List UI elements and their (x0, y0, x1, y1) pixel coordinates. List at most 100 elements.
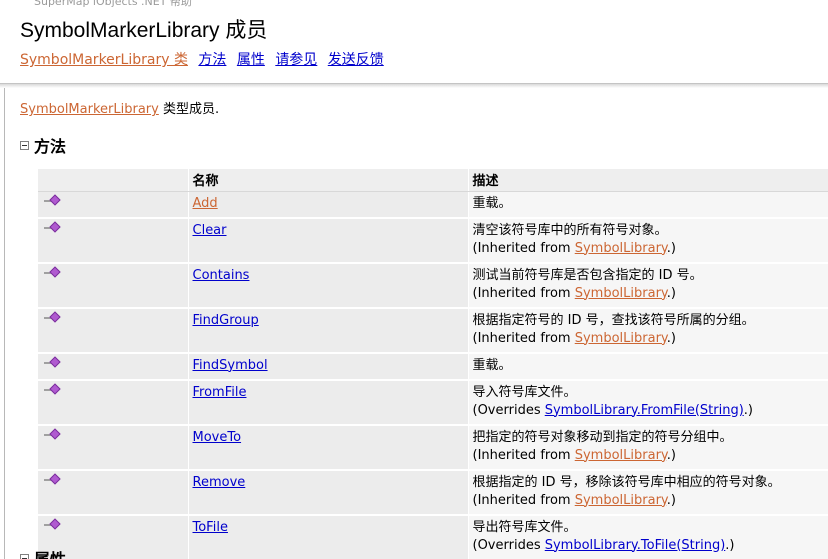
description-cell: 根据指定符号的 ID 号，查找该符号所属的分组。 (Inherited from … (467, 307, 828, 354)
inheritance-note: (Overrides SymbolLibrary.ToFile(String).… (473, 537, 825, 555)
methods-section-title: 方法 (34, 137, 67, 156)
inheritance-note: (Overrides SymbolLibrary.FromFile(String… (473, 402, 825, 420)
description-cell: 导入符号库文件。 (Overrides SymbolLibrary.FromFil… (467, 379, 828, 426)
intro-line: SymbolMarkerLibrary 类型成员. (20, 98, 219, 117)
description-cell: 导出符号库文件。 (Overrides SymbolLibrary.ToFile(… (467, 514, 828, 559)
icon-column-header (38, 169, 188, 192)
table-row: FindGroup 根据指定符号的 ID 号，查找该符号所属的分组。 (Inheri… (38, 307, 828, 354)
method-link[interactable]: MoveTo (193, 430, 242, 445)
public-method-icon (44, 265, 61, 279)
base-member-link[interactable]: SymbolLibrary (575, 493, 667, 508)
table-row: Clear 清空该符号库中的所有符号对象。 (Inherited from Symb… (38, 217, 828, 264)
description-cell: 清空该符号库中的所有符号对象。 (Inherited from SymbolLib… (467, 217, 828, 264)
nav-see-also-link[interactable]: 请参见 (275, 52, 317, 68)
description-text: 根据指定符号的 ID 号，查找该符号所属的分组。 (472, 312, 755, 328)
description-cell: 测试当前符号库是否包含指定的 ID 号。 (Inherited from Symb… (467, 262, 828, 309)
method-link[interactable]: Contains (193, 268, 250, 283)
table-row: FindSymbol 重载。 (38, 352, 828, 381)
note-prefix: (Inherited from (472, 285, 575, 301)
base-member-link[interactable]: SymbolLibrary.ToFile(String) (545, 538, 726, 553)
icon-cell (38, 191, 188, 219)
public-method-icon (44, 382, 61, 396)
icon-cell (38, 307, 188, 354)
nav-class-link[interactable]: SymbolMarkerLibrary 类 (20, 52, 188, 68)
description-column-header: 描述 (467, 169, 828, 192)
note-prefix: (Inherited from (472, 240, 575, 256)
page-header: SuperMap iObjects .NET 帮助 SymbolMarkerLi… (0, 0, 828, 84)
note-suffix: .) (666, 240, 676, 256)
description-text: 重载。 (472, 357, 512, 373)
base-member-link[interactable]: SymbolLibrary (575, 448, 667, 463)
name-cell: FromFile (187, 379, 468, 426)
inheritance-note: (Inherited from SymbolLibrary.) (473, 285, 825, 303)
intro-class-link[interactable]: SymbolMarkerLibrary (20, 102, 159, 117)
description-cell: 重载。 (467, 191, 828, 219)
note-suffix: .) (743, 402, 754, 418)
table-row: ToFile 导出符号库文件。 (Overrides SymbolLibrary.T… (38, 514, 828, 559)
nav-methods-link[interactable]: 方法 (198, 52, 226, 68)
note-suffix: .) (725, 537, 735, 553)
note-prefix: (Inherited from (472, 492, 575, 508)
table-row: FromFile 导入符号库文件。 (Overrides SymbolLibrary… (38, 379, 828, 426)
description-text: 测试当前符号库是否包含指定的 ID 号。 (472, 267, 703, 283)
public-method-icon (44, 427, 61, 441)
public-method-icon (44, 220, 61, 234)
method-link[interactable]: ToFile (193, 520, 228, 535)
method-link[interactable]: FindGroup (193, 313, 259, 328)
properties-section-header[interactable]: 属性 (20, 546, 66, 559)
description-text: 把指定的符号对象移动到指定的符号分组中。 (472, 429, 733, 445)
base-member-link[interactable]: SymbolLibrary (575, 241, 667, 256)
method-link[interactable]: FromFile (193, 385, 247, 400)
table-row: Remove 根据指定的 ID 号，移除该符号库中相应的符号对象。 (Inherit… (38, 469, 828, 516)
method-link[interactable]: Clear (193, 223, 227, 238)
note-prefix: (Overrides (472, 537, 545, 553)
description-text: 清空该符号库中的所有符号对象。 (472, 222, 668, 238)
icon-cell (38, 379, 188, 426)
nav-properties-link[interactable]: 属性 (237, 52, 265, 68)
header-nav: SymbolMarkerLibrary 类 方法 属性 请参见 发送反馈 (20, 49, 390, 69)
name-cell: Add (187, 191, 468, 219)
header-shadow (0, 84, 828, 88)
properties-section-title: 属性 (34, 546, 66, 559)
icon-cell (38, 424, 188, 471)
base-member-link[interactable]: SymbolLibrary (575, 286, 667, 301)
method-link[interactable]: Remove (193, 475, 246, 490)
inheritance-note: (Inherited from SymbolLibrary.) (473, 492, 825, 510)
public-method-icon (44, 355, 61, 369)
methods-section-header[interactable]: 方法 (20, 133, 66, 157)
description-cell: 重载。 (467, 352, 828, 381)
collapse-icon[interactable] (20, 553, 29, 559)
note-prefix: (Inherited from (472, 330, 575, 346)
nav-feedback-link[interactable]: 发送反馈 (328, 52, 384, 68)
note-prefix: (Inherited from (472, 447, 575, 463)
inheritance-note: (Inherited from SymbolLibrary.) (473, 330, 825, 348)
name-column-header: 名称 (187, 169, 468, 192)
name-cell: Remove (187, 469, 468, 516)
name-cell: FindGroup (187, 307, 468, 354)
description-text: 根据指定的 ID 号，移除该符号库中相应的符号对象。 (472, 474, 781, 490)
base-member-link[interactable]: SymbolLibrary (575, 331, 667, 346)
table-header-row: 名称 描述 (38, 169, 828, 192)
name-cell: MoveTo (187, 424, 468, 471)
base-member-link[interactable]: SymbolLibrary.FromFile(String) (545, 403, 744, 418)
description-cell: 把指定的符号对象移动到指定的符号分组中。 (Inherited from Symb… (467, 424, 828, 471)
method-link[interactable]: FindSymbol (193, 358, 268, 373)
page-title: SymbolMarkerLibrary 成员 (20, 19, 268, 42)
methods-table: 名称 描述 Add 重载。 Clear 清空该符号库中的所有符号对象。 (Inherit… (38, 169, 828, 559)
method-link[interactable]: Add (193, 196, 218, 211)
description-text: 导出符号库文件。 (472, 519, 577, 535)
collapse-icon[interactable] (20, 140, 29, 150)
public-method-icon (44, 517, 61, 531)
public-method-icon (44, 472, 61, 486)
icon-cell (38, 262, 188, 309)
inheritance-note: (Inherited from SymbolLibrary.) (473, 240, 825, 258)
name-cell: FindSymbol (187, 352, 468, 381)
note-prefix: (Overrides (472, 402, 545, 418)
icon-cell (38, 352, 188, 381)
header-product-name: SuperMap iObjects .NET 帮助 (34, 0, 192, 8)
inheritance-note: (Inherited from SymbolLibrary.) (473, 447, 825, 465)
table-row: Contains 测试当前符号库是否包含指定的 ID 号。 (Inherited f… (38, 262, 828, 309)
name-cell: ToFile (187, 514, 468, 559)
description-text: 导入符号库文件。 (472, 384, 577, 400)
table-row: Add 重载。 (38, 191, 828, 219)
